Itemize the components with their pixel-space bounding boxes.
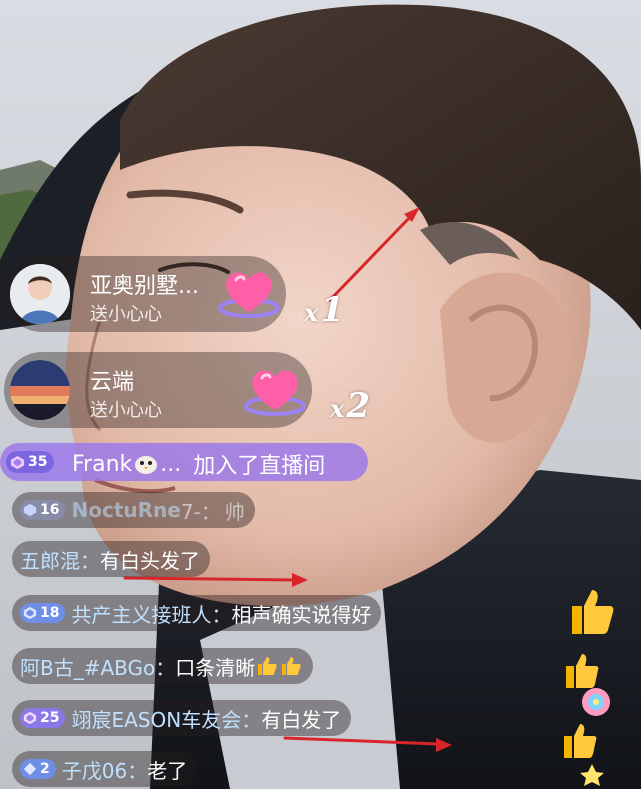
chat-message: 16 NoctuRne 7-： 帅 xyxy=(12,492,255,528)
thumbs-up-icon xyxy=(564,724,597,758)
thumbs-up-icon xyxy=(572,590,614,634)
live-stream-view: 亚奥别墅... 送小心心 x1 云端 送小心心 x2 35 Frank ... … xyxy=(0,0,641,789)
user-level-badge: 2 xyxy=(20,759,56,779)
combo-number: 1 xyxy=(320,290,344,330)
join-ellipsis: ... xyxy=(160,451,182,477)
chat-username[interactable]: 五郎混： xyxy=(20,545,100,574)
lollipop-icon xyxy=(582,688,610,716)
join-username[interactable]: Frank xyxy=(72,452,132,477)
join-message: Frank ... 加入了直播间 xyxy=(72,448,325,480)
combo-number: 2 xyxy=(346,386,370,426)
heart-gift-icon xyxy=(218,272,280,318)
user-level-badge: 25 xyxy=(20,708,66,728)
chat-username[interactable]: 翊宸EASON车友会： xyxy=(71,704,261,733)
baby-avatar-icon xyxy=(10,264,70,324)
chat-message: 阿B古_#ABGo： 口条清晰 xyxy=(12,648,314,684)
join-text: 加入了直播间 xyxy=(193,454,326,479)
thumbs-up-icon xyxy=(566,654,599,688)
level-gem-icon xyxy=(23,503,37,517)
gift-sender-name[interactable]: 亚奥别墅... xyxy=(90,268,199,300)
chat-username[interactable]: 子戊06： xyxy=(62,755,147,784)
heart-gift-icon xyxy=(244,370,306,416)
avatar[interactable] xyxy=(10,264,70,324)
chat-username[interactable]: 阿B古_#ABGo： xyxy=(20,652,175,681)
level-gem-icon xyxy=(23,711,37,725)
level-gem-icon xyxy=(10,455,25,469)
chat-text: 口条清晰 xyxy=(175,655,256,680)
level-number: 25 xyxy=(40,710,60,726)
combo-x-mark: x xyxy=(330,394,345,423)
chat-username[interactable]: NoctuRne xyxy=(71,498,180,522)
chat-text: 有白发了 xyxy=(261,707,342,732)
gift-action-text: 送小心心 xyxy=(90,400,162,421)
gift-sender-name[interactable]: 云端 xyxy=(90,364,134,396)
chat-text: 相声确实说得好 xyxy=(231,602,372,627)
level-gem-icon xyxy=(23,762,37,776)
chat-username-suffix: 7-： xyxy=(180,499,221,524)
thumbs-up-icon xyxy=(258,657,277,675)
chat-message: 2 子戊06： 老了 xyxy=(12,751,198,787)
chat-message: 18 共产主义接班人： 相声确实说得好 xyxy=(12,595,382,631)
bird-emoji-icon xyxy=(135,456,158,474)
user-level-badge: 18 xyxy=(20,603,66,623)
level-number: 35 xyxy=(28,454,48,470)
star-icon xyxy=(580,764,604,786)
sunset-avatar-icon xyxy=(10,360,70,420)
gift-combo-count: x1 xyxy=(304,290,344,330)
gift-action-text: 送小心心 xyxy=(90,304,162,325)
level-number: 18 xyxy=(40,605,60,621)
chat-text: 老了 xyxy=(147,758,188,783)
chat-text: 帅 xyxy=(224,499,245,524)
level-number: 2 xyxy=(40,761,50,777)
gift-notification: 云端 送小心心 xyxy=(4,352,312,428)
gift-combo-count: x2 xyxy=(330,386,370,426)
chat-text: 有白头发了 xyxy=(100,548,200,573)
level-number: 16 xyxy=(40,502,60,518)
combo-x-mark: x xyxy=(304,298,319,327)
join-notification: 35 Frank ... 加入了直播间 xyxy=(0,443,368,481)
chat-message: 五郎混： 有白头发了 xyxy=(12,541,210,577)
gift-notification: 亚奥别墅... 送小心心 xyxy=(4,256,286,332)
level-gem-icon xyxy=(23,606,37,620)
user-level-badge: 16 xyxy=(20,500,66,520)
avatar[interactable] xyxy=(10,360,70,420)
chat-message: 25 翊宸EASON车友会： 有白发了 xyxy=(12,700,352,736)
thumbs-up-icon xyxy=(282,657,301,675)
chat-username[interactable]: 共产主义接班人： xyxy=(71,599,231,628)
floating-likes xyxy=(564,590,614,786)
user-level-badge: 35 xyxy=(6,451,55,473)
